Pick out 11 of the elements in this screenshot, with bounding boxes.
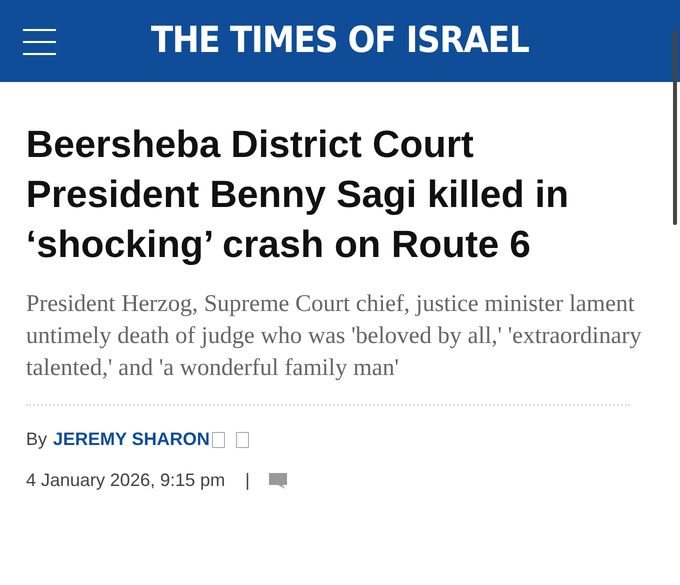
placeholder-glyph-icon [212,432,225,448]
separator: | [245,469,250,492]
author-link[interactable]: JEREMY SHARON [53,426,210,453]
subheadline: President Herzog, Supreme Court chief, justice minister lament untimely death of judge who was 'beloved by all,' 'extraordinary talented,' and 'a wonderful family man' [26,290,642,383]
byline-prefix: By [26,428,48,451]
headline: Beersheba District Court President Benny Sagi killed in ‘shocking’ crash on Route 6 [26,123,570,268]
publish-date: 4 January 2026, 9:15 pm [26,469,226,492]
menu-icon[interactable] [23,29,56,55]
site-logo[interactable]: THE TIMES OF ISRAEL [151,14,529,68]
placeholder-glyph-icon [236,432,249,448]
comment-icon[interactable] [268,472,288,490]
